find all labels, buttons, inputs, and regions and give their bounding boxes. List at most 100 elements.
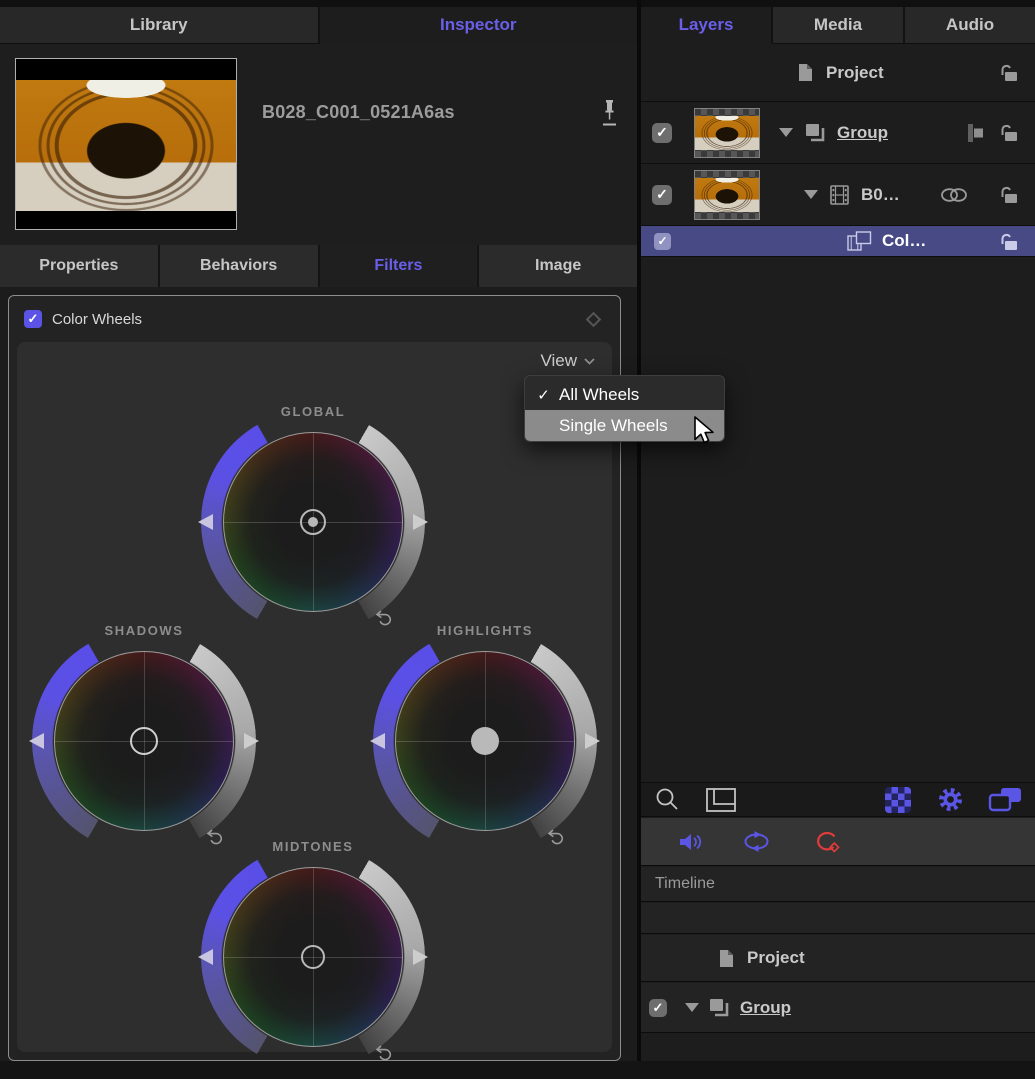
layer-name: Project — [826, 63, 884, 83]
timeline-label: Timeline — [655, 875, 715, 893]
clip-preview-thumbnail — [15, 58, 237, 230]
check-icon: ✓ — [657, 234, 667, 248]
tunnel-photo — [695, 178, 759, 212]
tab-library[interactable]: Library — [0, 7, 320, 44]
layer-row-group[interactable]: ✓ Group — [641, 102, 1035, 164]
disclosure-triangle-icon[interactable] — [804, 190, 818, 199]
check-icon: ✓ — [535, 386, 552, 404]
layer-name: Project — [747, 948, 805, 968]
inspector-panel: Library Inspector B028_C001_0521A6as Pro… — [0, 0, 637, 1061]
wheel-puck-highlights[interactable] — [471, 727, 499, 755]
layer-row-project[interactable]: Project — [641, 44, 1035, 102]
layers-stack-icon[interactable] — [988, 787, 1022, 812]
reset-icon[interactable] — [547, 829, 565, 845]
layer-name[interactable]: Group — [740, 998, 791, 1018]
layers-empty-area — [641, 257, 1035, 782]
tab-media[interactable]: Media — [773, 7, 905, 44]
unlock-icon[interactable] — [998, 123, 1019, 142]
audio-speaker-icon[interactable] — [678, 831, 702, 853]
wheel-puck-midtones[interactable] — [301, 945, 325, 969]
loop-icon[interactable] — [740, 830, 773, 853]
flatten-layout-icon[interactable] — [706, 788, 736, 812]
search-icon[interactable] — [654, 787, 680, 813]
arc-arrow-left-icon[interactable] — [198, 949, 213, 965]
wheel-puck-global[interactable] — [300, 509, 326, 535]
arc-arrow-left-icon[interactable] — [29, 733, 44, 749]
layer-row-clip[interactable]: ✓ B0… — [641, 164, 1035, 226]
tab-properties[interactable]: Properties — [0, 245, 160, 287]
wheel-group-shadows: SHADOWS — [28, 623, 260, 863]
filmstrip-icon — [830, 185, 849, 205]
wheel-puck-shadows[interactable] — [130, 727, 158, 755]
tab-inspector[interactable]: Inspector — [320, 7, 638, 44]
tab-layers[interactable]: Layers — [641, 7, 773, 44]
check-icon: ✓ — [653, 1000, 664, 1016]
transparency-checker-icon[interactable] — [885, 787, 911, 813]
layer-name[interactable]: Col… — [882, 231, 926, 251]
layer-name[interactable]: B0… — [861, 185, 900, 205]
layer-thumbnail — [694, 170, 760, 220]
filter-name: Color Wheels — [52, 311, 142, 328]
arc-arrow-right-icon[interactable] — [413, 514, 428, 530]
layer-thumbnail — [694, 108, 760, 158]
filter-header: ✓ Color Wheels — [9, 296, 620, 342]
view-label: View — [540, 351, 577, 371]
document-icon — [719, 949, 734, 968]
view-dropdown-button[interactable]: View — [540, 351, 595, 371]
group-icon — [805, 123, 825, 142]
left-tab-bar: Library Inspector — [0, 0, 637, 44]
timeline-header: Timeline — [641, 867, 1035, 902]
filter-clip-icon — [847, 231, 872, 251]
mouse-cursor — [692, 416, 717, 446]
layer-name[interactable]: Group — [837, 123, 888, 143]
menu-item-all-wheels[interactable]: ✓ All Wheels — [525, 379, 724, 410]
arc-arrow-right-icon[interactable] — [585, 733, 600, 749]
arc-arrow-left-icon[interactable] — [370, 733, 385, 749]
check-icon: ✓ — [656, 186, 668, 203]
layer-checkbox[interactable]: ✓ — [649, 999, 667, 1017]
timeline-empty-row — [641, 903, 1035, 934]
tab-audio[interactable]: Audio — [905, 7, 1035, 44]
check-icon: ✓ — [28, 311, 39, 327]
timeline-row-group[interactable]: ✓ Group — [641, 983, 1035, 1033]
gear-icon[interactable] — [937, 786, 964, 813]
tab-filters[interactable]: Filters — [320, 245, 480, 287]
timeline-row-project[interactable]: Project — [641, 935, 1035, 982]
wheel-group-global: GLOBAL — [197, 404, 429, 644]
layers-panel: Layers Media Audio Project ✓ — [641, 0, 1035, 1061]
tab-behaviors[interactable]: Behaviors — [160, 245, 320, 287]
arc-arrow-right-icon[interactable] — [244, 733, 259, 749]
color-wheels-area: View GLOBAL — [17, 342, 612, 1052]
layers-toolbar — [641, 782, 1035, 817]
unlock-icon[interactable] — [998, 63, 1019, 82]
menu-item-label: All Wheels — [559, 385, 639, 405]
clip-title: B028_C001_0521A6as — [262, 102, 455, 123]
unlock-icon[interactable] — [998, 232, 1019, 251]
pin-icon[interactable] — [602, 100, 617, 128]
group-icon — [709, 998, 729, 1017]
reset-icon[interactable] — [375, 1045, 393, 1061]
menu-item-label: Single Wheels — [559, 416, 668, 436]
isolate-icon[interactable] — [967, 123, 984, 143]
right-tab-bar: Layers Media Audio — [641, 0, 1035, 44]
tab-image[interactable]: Image — [479, 245, 637, 287]
filter-enable-checkbox[interactable]: ✓ — [24, 310, 42, 328]
layer-row-color-filter-selected[interactable]: ✓ Col… — [641, 226, 1035, 257]
disclosure-triangle-icon[interactable] — [779, 128, 793, 137]
layer-checkbox[interactable]: ✓ — [654, 233, 671, 250]
arc-arrow-left-icon[interactable] — [198, 514, 213, 530]
unlock-icon[interactable] — [998, 185, 1019, 204]
keyframe-diamond-icon[interactable] — [586, 311, 602, 327]
tunnel-photo — [16, 80, 236, 211]
link-icon[interactable] — [940, 187, 968, 203]
layer-checkbox[interactable]: ✓ — [652, 185, 672, 205]
disclosure-triangle-icon[interactable] — [685, 1003, 699, 1012]
layer-checkbox[interactable]: ✓ — [652, 123, 672, 143]
check-icon: ✓ — [656, 124, 668, 141]
document-icon — [798, 63, 813, 82]
record-keyframe-icon[interactable] — [813, 830, 841, 854]
preview-area: B028_C001_0521A6as — [0, 44, 637, 245]
arc-arrow-right-icon[interactable] — [413, 949, 428, 965]
tunnel-photo — [695, 116, 759, 150]
wheel-group-highlights: HIGHLIGHTS — [369, 623, 601, 863]
